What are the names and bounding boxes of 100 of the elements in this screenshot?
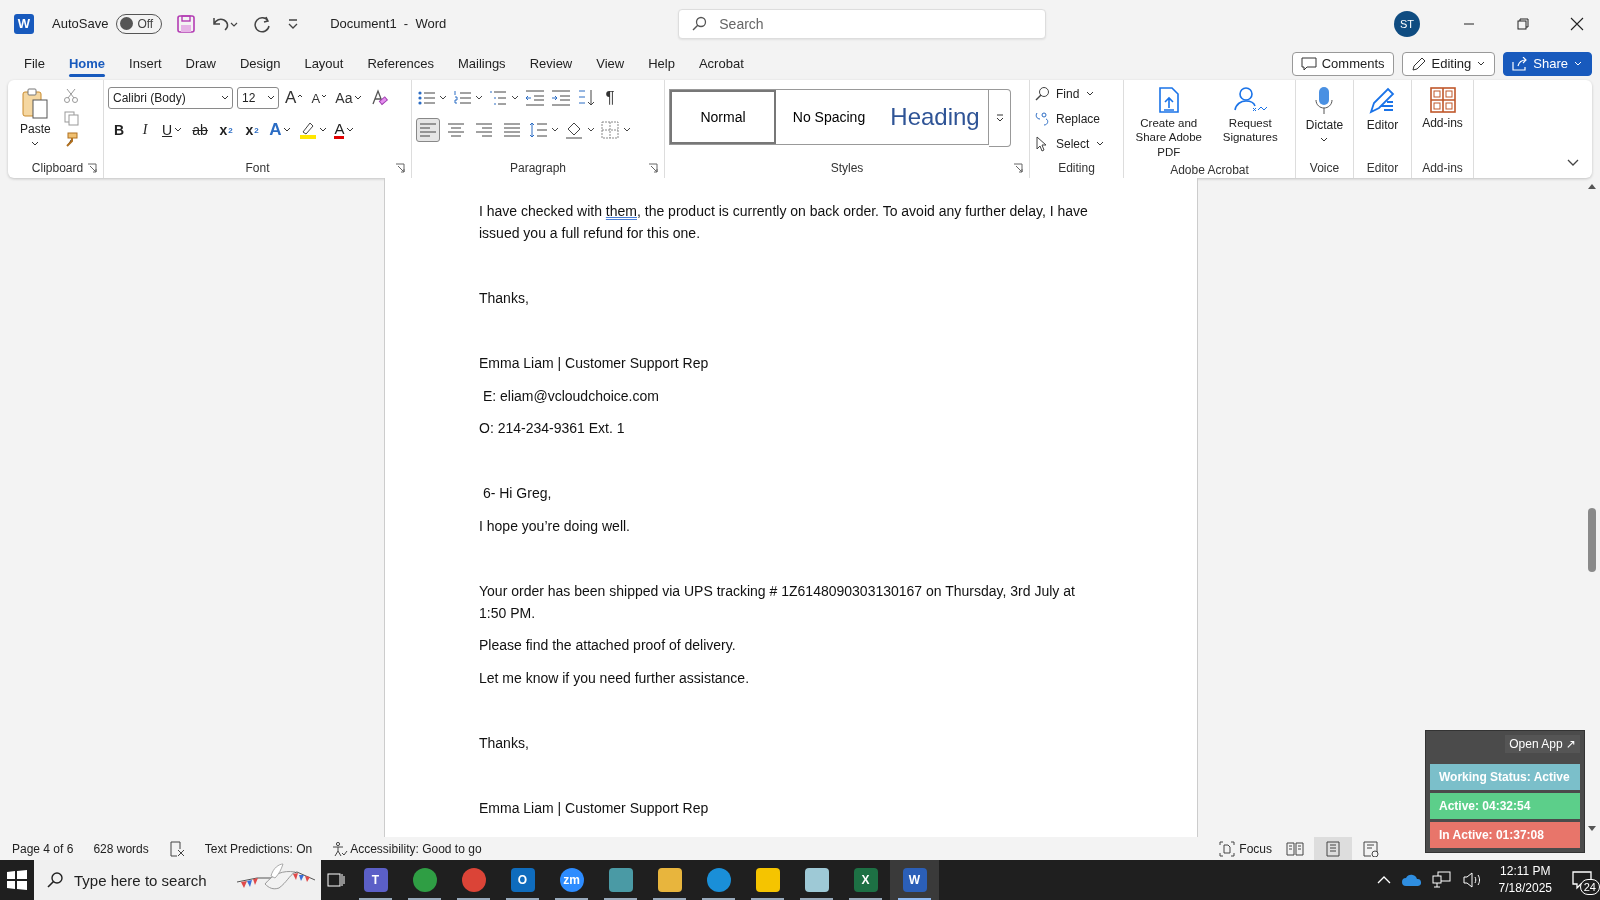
bold-button[interactable]: B <box>108 118 130 142</box>
volume-icon[interactable] <box>1461 871 1482 889</box>
search-icon <box>46 871 64 889</box>
sort-icon[interactable] <box>576 88 596 108</box>
create-pdf-button[interactable]: Create and Share Adobe PDF <box>1128 84 1210 162</box>
ribbon-tab[interactable]: Insert <box>117 48 174 79</box>
strikethrough-button[interactable]: ab <box>189 118 212 142</box>
tracker-status-row: Working Status: Active <box>1430 764 1580 790</box>
style-option[interactable]: Normal <box>670 90 776 144</box>
grow-font-button[interactable]: A <box>283 86 306 110</box>
ribbon-tab[interactable]: Draw <box>173 48 228 79</box>
dialog-launcher-icon[interactable] <box>87 163 97 173</box>
ribbon-tab[interactable]: Help <box>636 48 687 79</box>
editor-button[interactable]: Editor <box>1362 84 1403 158</box>
show-formatting-button[interactable]: ¶ <box>600 86 620 110</box>
taskbar-search-field[interactable]: Type here to search <box>34 860 321 900</box>
underline-button[interactable]: U <box>160 118 186 142</box>
dialog-launcher-icon[interactable] <box>395 163 405 173</box>
style-option[interactable]: No Spacing <box>776 90 882 144</box>
shading-icon[interactable] <box>564 120 596 140</box>
highlighter-icon[interactable] <box>298 120 329 140</box>
search-icon <box>1034 86 1050 102</box>
ribbon-tab[interactable]: View <box>584 48 637 79</box>
ribbon-tab[interactable]: Mailings <box>445 48 518 79</box>
document-paragraph: 6- Hi Greg, <box>481 484 553 503</box>
scrollbar-thumb[interactable] <box>1588 507 1596 572</box>
group-label: Voice <box>1309 161 1340 175</box>
ribbon-tab[interactable]: Design <box>227 48 293 79</box>
dialog-launcher-icon[interactable] <box>1013 163 1023 173</box>
text-effects-button[interactable]: A <box>267 118 295 142</box>
document-paragraph: Let me know if you need further assistance. <box>479 668 751 688</box>
word-count[interactable]: 628 words <box>93 841 149 856</box>
line-spacing-icon[interactable] <box>528 120 560 140</box>
font-name-field[interactable]: Calibri (Body) <box>108 87 233 109</box>
dictate-button[interactable]: Dictate <box>1301 84 1348 158</box>
expand-icon <box>994 112 1005 124</box>
pencil-icon <box>1410 55 1427 72</box>
autosave-label: AutoSave <box>52 16 109 31</box>
more-styles-button[interactable] <box>989 89 1011 147</box>
comments-button[interactable]: Comments <box>1291 51 1394 76</box>
select-button[interactable]: Select <box>1034 133 1119 155</box>
editing-mode-button[interactable]: Editing <box>1401 51 1496 76</box>
ribbon-tab[interactable]: Acrobat <box>686 48 756 79</box>
ribbon-tab[interactable]: Home <box>56 48 118 79</box>
ribbon-tab[interactable]: Layout <box>292 48 356 79</box>
ribbon-tab[interactable]: References <box>355 48 446 79</box>
search-icon <box>691 15 708 32</box>
network-icon[interactable] <box>1431 871 1452 889</box>
share-button[interactable]: Share <box>1503 51 1592 76</box>
taskbar-app-button[interactable]: X <box>841 860 890 900</box>
scroll-down-icon[interactable] <box>1587 825 1597 833</box>
find-button[interactable]: Find <box>1034 83 1119 105</box>
clear-formatting-icon[interactable] <box>369 88 390 108</box>
paste-button[interactable]: Paste <box>16 86 55 158</box>
replace-button[interactable]: Replace <box>1034 108 1119 130</box>
increase-indent-icon[interactable] <box>550 88 572 108</box>
multilevel-list-icon[interactable] <box>488 88 520 108</box>
document-paragraph: Emma Liam | Customer Support Rep <box>479 798 710 818</box>
accessibility-icon[interactable] <box>332 840 349 857</box>
ribbon-tab[interactable]: File <box>12 48 57 79</box>
font-size-field[interactable]: 12 <box>237 87 279 109</box>
taskbar-app-button[interactable]: O <box>498 860 547 900</box>
request-signatures-button[interactable]: Request Signatures <box>1209 84 1291 162</box>
taskbar-app-button[interactable]: T <box>351 860 400 900</box>
shrink-font-button[interactable]: A <box>309 86 330 110</box>
collapse-ribbon-icon[interactable] <box>1566 158 1580 168</box>
mail-app-icon: O <box>510 868 535 892</box>
add-ins-button[interactable]: Add-ins <box>1418 84 1467 158</box>
spreadsheet-app-icon: X <box>853 868 878 892</box>
focus-button[interactable]: Focus <box>1219 840 1272 857</box>
italic-button[interactable]: I <box>134 118 156 142</box>
cloud-icon[interactable] <box>1401 873 1422 887</box>
document-paragraph: I hope you’re doing well. <box>479 516 631 536</box>
taskbar-app-button[interactable]: W <box>890 860 939 900</box>
align-button[interactable] <box>416 118 440 142</box>
font-color-button[interactable]: A <box>332 118 358 142</box>
page-count[interactable]: Page 4 of 6 <box>12 841 74 856</box>
decrease-indent-icon[interactable] <box>524 88 546 108</box>
web-page-icon <box>1362 840 1380 857</box>
superscript-button[interactable]: x$^{2}$ <box>241 118 264 142</box>
accessibility-status[interactable]: Accessibility: Good to go <box>350 841 482 856</box>
search-field[interactable]: Search <box>678 8 1047 39</box>
scroll-up-icon[interactable] <box>1587 182 1597 190</box>
save-icon[interactable] <box>176 13 197 34</box>
dialog-launcher-icon[interactable] <box>648 163 658 173</box>
book-icon <box>1286 840 1304 857</box>
proofing-icon[interactable] <box>168 840 185 857</box>
task-view-icon[interactable] <box>326 870 346 890</box>
text-predictions-status[interactable]: Text Predictions: On <box>204 841 313 856</box>
ribbon-tab[interactable]: Review <box>517 48 585 79</box>
document-paragraph: Your order has been shipped via UPS tracking # 1Z6148090303130167 on Thursday, 3rd July at 1:50 PM. <box>479 581 1076 623</box>
speech-bubble-icon <box>1300 56 1317 71</box>
user-avatar[interactable]: ST <box>1394 10 1420 37</box>
clock-date[interactable]: 7/18/2025 <box>1498 880 1552 897</box>
open-app-button[interactable]: Open App ↗ <box>1505 735 1580 753</box>
change-case-button[interactable]: Aa <box>333 86 366 110</box>
clock-time[interactable]: 12:11 PM <box>1500 863 1551 880</box>
tracker-status-row: In Active: 01:37:08 <box>1430 822 1580 848</box>
style-option[interactable]: Heading <box>882 90 988 144</box>
start-icon[interactable] <box>5 868 29 892</box>
